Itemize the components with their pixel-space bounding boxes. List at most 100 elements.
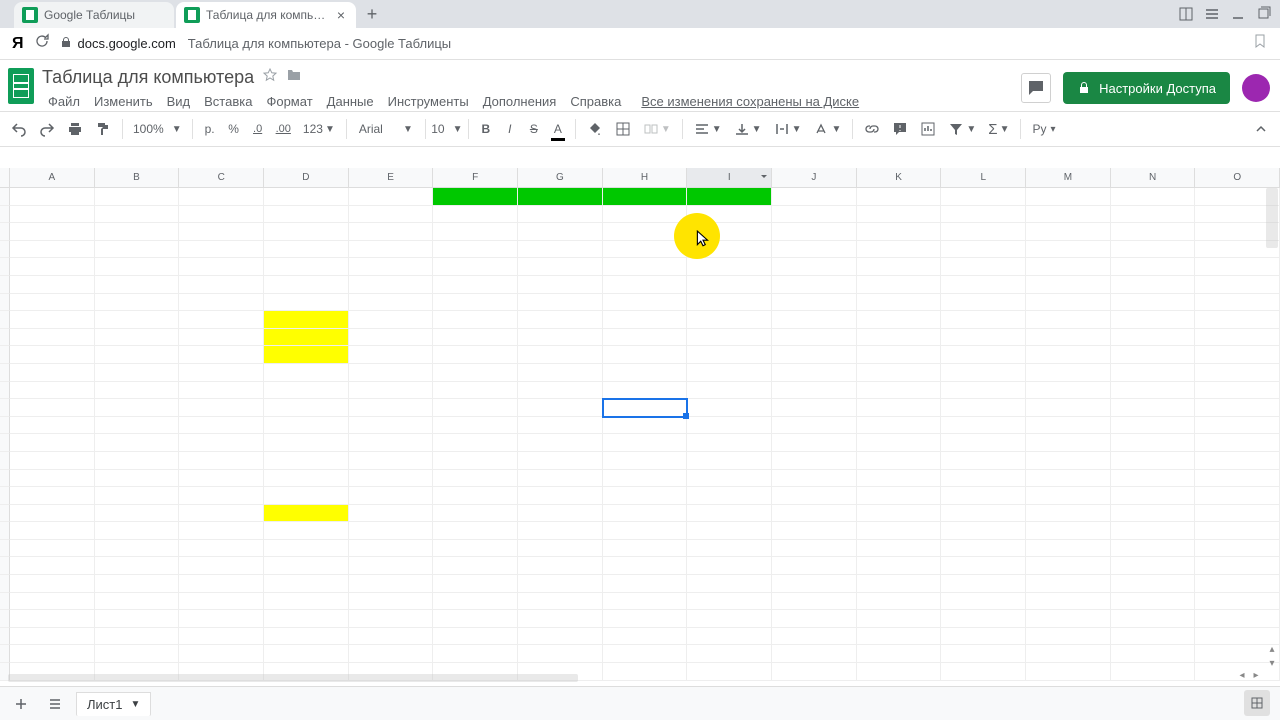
cell[interactable]: [941, 593, 1026, 611]
cell[interactable]: [1111, 417, 1196, 435]
cell[interactable]: [95, 610, 180, 628]
cell[interactable]: [1026, 628, 1111, 646]
text-color-button[interactable]: A: [547, 116, 569, 142]
cell[interactable]: [1026, 593, 1111, 611]
cell[interactable]: [518, 276, 603, 294]
add-sheet-button[interactable]: [8, 691, 34, 717]
cell[interactable]: [95, 417, 180, 435]
row-header[interactable]: [0, 399, 10, 417]
cell[interactable]: [1111, 540, 1196, 558]
functions-button[interactable]: Σ▼: [983, 116, 1014, 142]
cell[interactable]: [1195, 628, 1280, 646]
cell[interactable]: [687, 487, 772, 505]
cell[interactable]: [518, 434, 603, 452]
row-header[interactable]: [0, 294, 10, 312]
cell[interactable]: [10, 258, 95, 276]
cell[interactable]: [1111, 241, 1196, 259]
cell[interactable]: [1026, 434, 1111, 452]
scroll-arrows-horizontal[interactable]: ◂▸: [1236, 670, 1262, 682]
reload-button[interactable]: [34, 33, 50, 54]
cell[interactable]: [179, 434, 264, 452]
cell[interactable]: [941, 575, 1026, 593]
cell[interactable]: [179, 241, 264, 259]
cell[interactable]: [857, 223, 942, 241]
text-wrap-button[interactable]: ▼: [769, 116, 807, 142]
cell[interactable]: [349, 382, 434, 400]
cell[interactable]: [687, 575, 772, 593]
cell[interactable]: [179, 223, 264, 241]
cell[interactable]: [603, 522, 688, 540]
cell[interactable]: [10, 434, 95, 452]
cell[interactable]: [264, 188, 349, 206]
cell[interactable]: [687, 540, 772, 558]
row-header[interactable]: [0, 434, 10, 452]
cell[interactable]: [433, 329, 518, 347]
cell[interactable]: [433, 294, 518, 312]
cell[interactable]: [1026, 329, 1111, 347]
font-size-select[interactable]: 10▼: [432, 116, 462, 142]
cell[interactable]: [603, 294, 688, 312]
cell[interactable]: [518, 364, 603, 382]
cell[interactable]: [518, 206, 603, 224]
cell[interactable]: [1111, 557, 1196, 575]
cell[interactable]: [349, 470, 434, 488]
cell[interactable]: [264, 364, 349, 382]
cell[interactable]: [1026, 540, 1111, 558]
cell[interactable]: [95, 452, 180, 470]
row-header[interactable]: [0, 505, 10, 523]
cell[interactable]: [941, 487, 1026, 505]
menu-insert[interactable]: Вставка: [198, 92, 258, 111]
cell[interactable]: [941, 610, 1026, 628]
cell[interactable]: [941, 399, 1026, 417]
cell[interactable]: [1026, 241, 1111, 259]
cell[interactable]: [1111, 223, 1196, 241]
cell[interactable]: [1026, 399, 1111, 417]
column-header[interactable]: J: [772, 168, 857, 187]
cell[interactable]: [518, 294, 603, 312]
paint-format-button[interactable]: [90, 116, 116, 142]
cell[interactable]: [857, 311, 942, 329]
cell[interactable]: [687, 557, 772, 575]
cell[interactable]: [603, 593, 688, 611]
row-header[interactable]: [0, 206, 10, 224]
cell[interactable]: [433, 206, 518, 224]
cell[interactable]: [518, 470, 603, 488]
cell[interactable]: [603, 505, 688, 523]
cell[interactable]: [518, 487, 603, 505]
sheet-tab[interactable]: Лист1 ▼: [76, 692, 151, 716]
cell[interactable]: [349, 364, 434, 382]
cell[interactable]: [941, 522, 1026, 540]
panel-toggle-icon[interactable]: [1176, 4, 1196, 24]
cell[interactable]: [1195, 522, 1280, 540]
cell[interactable]: [687, 645, 772, 663]
cell[interactable]: [687, 417, 772, 435]
cell[interactable]: [1195, 311, 1280, 329]
cell[interactable]: [1026, 557, 1111, 575]
cell[interactable]: [179, 417, 264, 435]
cell[interactable]: [518, 505, 603, 523]
cell[interactable]: [95, 434, 180, 452]
cell[interactable]: [687, 452, 772, 470]
cell[interactable]: [10, 628, 95, 646]
cell[interactable]: [857, 645, 942, 663]
row-header[interactable]: [0, 645, 10, 663]
cell[interactable]: [95, 540, 180, 558]
cell[interactable]: [857, 346, 942, 364]
cell[interactable]: [772, 628, 857, 646]
cell[interactable]: [10, 557, 95, 575]
cell[interactable]: [1026, 258, 1111, 276]
cell[interactable]: [95, 258, 180, 276]
cell[interactable]: [179, 311, 264, 329]
cell[interactable]: [95, 593, 180, 611]
cell[interactable]: [772, 575, 857, 593]
cell[interactable]: [941, 206, 1026, 224]
cell[interactable]: [433, 364, 518, 382]
cell[interactable]: [433, 610, 518, 628]
cell[interactable]: [349, 206, 434, 224]
cell[interactable]: [349, 645, 434, 663]
cell[interactable]: [433, 223, 518, 241]
cell[interactable]: [1026, 311, 1111, 329]
cell[interactable]: [264, 311, 349, 329]
cell[interactable]: [1111, 364, 1196, 382]
cell[interactable]: [603, 188, 688, 206]
